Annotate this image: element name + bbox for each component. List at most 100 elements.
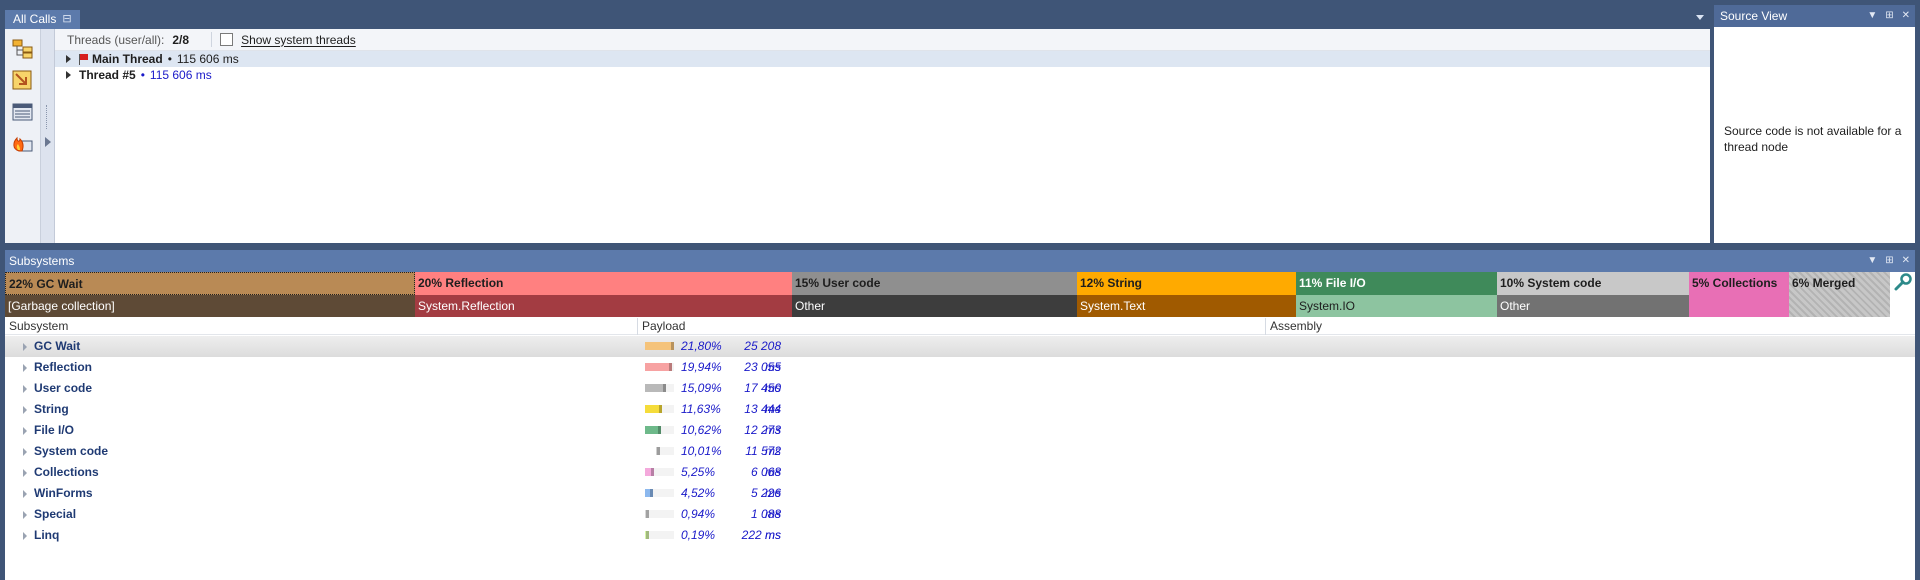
pin-icon[interactable]: ⊞ bbox=[1885, 250, 1893, 272]
subsystem-row[interactable]: Reflection 19,94% 23 055 ms bbox=[5, 357, 1915, 395]
row-expander-icon[interactable] bbox=[23, 343, 27, 351]
subsystem-name: User code bbox=[34, 381, 93, 395]
payload-bar-fill bbox=[645, 384, 663, 392]
wrench-icon[interactable] bbox=[1892, 272, 1914, 294]
threads-label: Threads (user/all): bbox=[67, 32, 165, 47]
payload-bar-tip bbox=[669, 363, 672, 371]
back-traces-icon[interactable] bbox=[11, 101, 35, 123]
payload-bar bbox=[645, 447, 674, 455]
payload-bar-tip bbox=[659, 405, 662, 413]
subsystems-panel: Subsystems ▼ ⊞ ✕ 22% GC Wait [Garbage co… bbox=[5, 250, 1915, 580]
subsystem-row[interactable]: WinForms 4,52% 5 226 ms bbox=[5, 483, 1915, 521]
subsystem-bar-collections[interactable]: 5% Collections bbox=[1689, 272, 1789, 317]
subsystem-bar-reflection[interactable]: 20% Reflection System.Reflection bbox=[415, 272, 792, 317]
payload-bar bbox=[645, 489, 674, 497]
close-icon[interactable]: ✕ bbox=[1902, 5, 1910, 27]
subsystem-bar-file-io[interactable]: 11% File I/O System.IO bbox=[1296, 272, 1497, 317]
bar-label: 11% File I/O bbox=[1296, 272, 1497, 295]
row-expander-icon[interactable] bbox=[23, 490, 27, 498]
subsystem-row[interactable]: Special 0,94% 1 088 ms bbox=[5, 504, 1915, 542]
threads-count[interactable]: 2/8 bbox=[172, 33, 189, 47]
payload-bar bbox=[645, 363, 674, 371]
call-tree-icon[interactable] bbox=[11, 37, 35, 59]
panel-dropdown-icon[interactable] bbox=[1696, 15, 1704, 20]
payload-percent: 5,25% bbox=[681, 465, 716, 479]
payload-percent: 10,62% bbox=[681, 423, 722, 437]
all-calls-tabbar: All Calls ⊟ bbox=[5, 5, 1710, 29]
bar-sublabel bbox=[1789, 295, 1890, 317]
hot-spots-icon[interactable] bbox=[11, 69, 35, 91]
bar-sublabel: System.Reflection bbox=[415, 295, 792, 317]
payload-bar-fill bbox=[645, 405, 659, 413]
bar-label: 10% System code bbox=[1497, 272, 1689, 295]
bar-label: 5% Collections bbox=[1689, 272, 1789, 295]
flame-graph-icon[interactable] bbox=[11, 131, 35, 153]
column-header-assembly[interactable]: Assembly bbox=[1265, 318, 1915, 335]
row-expander-icon[interactable] bbox=[23, 448, 27, 456]
thread-row-5[interactable]: Thread #5 • 115 606 ms bbox=[55, 67, 1710, 83]
pin-icon[interactable]: ⊞ bbox=[1885, 5, 1893, 27]
close-icon[interactable]: ✕ bbox=[1902, 250, 1910, 272]
payload-bar-tip bbox=[663, 384, 666, 392]
threads-toolbar: Threads (user/all): 2/8 Show system thre… bbox=[55, 29, 1710, 51]
threads-view: Threads (user/all): 2/8 Show system thre… bbox=[55, 29, 1710, 243]
dropdown-icon[interactable]: ▼ bbox=[1867, 5, 1877, 27]
row-expander-icon[interactable] bbox=[23, 511, 27, 519]
thread-time: 115 606 ms bbox=[149, 68, 212, 82]
pin-icon[interactable]: ⊟ bbox=[62, 10, 71, 29]
row-expander-icon[interactable] bbox=[23, 364, 27, 372]
tab-all-calls[interactable]: All Calls ⊟ bbox=[5, 10, 80, 29]
column-header-subsystem[interactable]: Subsystem bbox=[5, 318, 637, 335]
payload-bar-tip bbox=[657, 447, 660, 455]
subsystem-row[interactable]: File I/O 10,62% 12 273 ms bbox=[5, 420, 1915, 458]
subsystem-name: WinForms bbox=[34, 486, 93, 500]
subsystems-header: Subsystems ▼ ⊞ ✕ bbox=[5, 250, 1915, 272]
thread-name: Thread #5 bbox=[79, 68, 136, 82]
subsystem-row[interactable]: System code 10,01% 11 572 ms bbox=[5, 441, 1915, 479]
subsystem-row[interactable]: User code 15,09% 17 450 ms bbox=[5, 378, 1915, 416]
subsystem-bar-system-code[interactable]: 10% System code Other bbox=[1497, 272, 1689, 317]
thread-name: Main Thread bbox=[92, 52, 163, 66]
subsystem-bar-string[interactable]: 12% String System.Text bbox=[1077, 272, 1296, 317]
subsystems-column-headers: Subsystem Payload Assembly bbox=[5, 318, 1915, 335]
payload-bar bbox=[645, 531, 674, 539]
payload-bar bbox=[645, 426, 674, 434]
subsystem-name: GC Wait bbox=[34, 339, 81, 353]
column-header-payload[interactable]: Payload bbox=[637, 318, 1265, 335]
row-expander-icon[interactable] bbox=[23, 469, 27, 477]
thread-expander-icon[interactable] bbox=[66, 55, 71, 63]
subsystem-bar-merged[interactable]: 6% Merged bbox=[1789, 272, 1890, 317]
subsystem-bar-gc-wait[interactable]: 22% GC Wait [Garbage collection] bbox=[5, 272, 415, 317]
thread-time: 115 606 ms bbox=[176, 52, 239, 66]
row-expander-icon[interactable] bbox=[23, 406, 27, 414]
payload-ms: 222 ms bbox=[741, 528, 781, 542]
subsystem-row[interactable]: String 11,63% 13 444 ms bbox=[5, 399, 1915, 437]
thread-expander-icon[interactable] bbox=[66, 71, 71, 79]
payload-percent: 0,19% bbox=[681, 528, 716, 542]
subsystem-row[interactable]: Collections 5,25% 6 068 ms bbox=[5, 462, 1915, 500]
bar-label: 6% Merged bbox=[1792, 276, 1856, 290]
bar-label: 15% User code bbox=[792, 272, 1077, 295]
payload-bar bbox=[645, 384, 674, 392]
subsystem-row[interactable]: GC Wait 21,80% 25 208 ms bbox=[5, 336, 1915, 374]
row-expander-icon[interactable] bbox=[23, 385, 27, 393]
show-system-threads-label[interactable]: Show system threads bbox=[241, 33, 356, 47]
row-expander-icon[interactable] bbox=[23, 427, 27, 435]
subsystem-row[interactable]: Linq 0,19% 222 ms bbox=[5, 525, 1915, 546]
subsystem-name: Linq bbox=[34, 528, 60, 542]
toolstrip-splitter[interactable] bbox=[41, 29, 55, 243]
all-calls-toolstrip bbox=[5, 29, 41, 243]
subsystems-title: Subsystems bbox=[9, 254, 75, 268]
payload-bar-tip bbox=[658, 426, 661, 434]
dropdown-icon[interactable]: ▼ bbox=[1867, 250, 1877, 272]
show-system-threads-checkbox[interactable] bbox=[220, 33, 234, 46]
subsystem-bar-user-code[interactable]: 15% User code Other bbox=[792, 272, 1077, 317]
row-expander-icon[interactable] bbox=[23, 532, 27, 540]
splitter-grip bbox=[46, 105, 49, 129]
bar-label: 12% String bbox=[1077, 272, 1296, 295]
source-unavailable-message: Source code is not available for a threa… bbox=[1724, 124, 1902, 154]
thread-row-main[interactable]: Main Thread • 115 606 ms bbox=[55, 51, 1710, 67]
expand-toolstrip-icon[interactable] bbox=[45, 137, 51, 147]
payload-bar-tip bbox=[650, 489, 653, 497]
bar-sublabel: Other bbox=[1497, 295, 1689, 317]
